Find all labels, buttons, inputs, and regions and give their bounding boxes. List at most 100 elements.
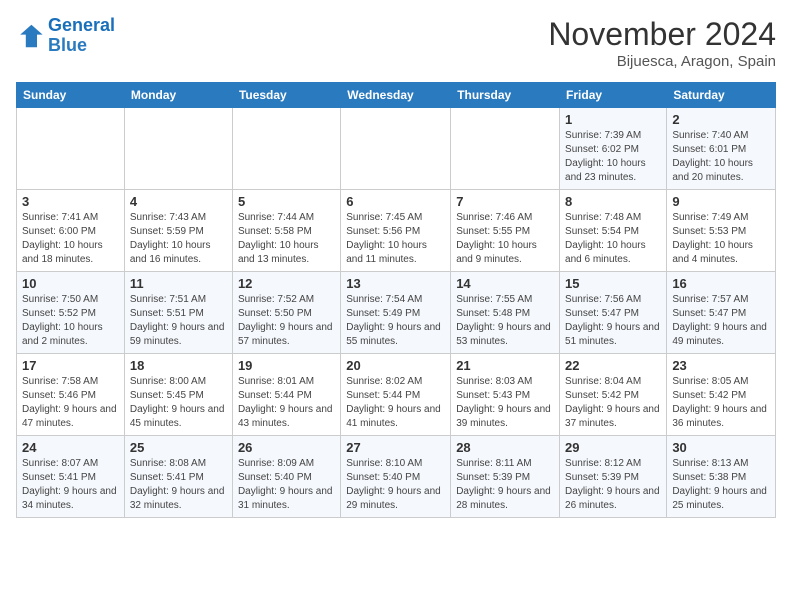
day-number: 26 bbox=[238, 440, 335, 455]
week-row-2: 3 Sunrise: 7:41 AM Sunset: 6:00 PM Daylig… bbox=[17, 190, 776, 272]
calendar-cell: 26 Sunrise: 8:09 AM Sunset: 5:40 PM Dayli… bbox=[232, 436, 340, 518]
day-info: Sunrise: 7:52 AM Sunset: 5:50 PM Dayligh… bbox=[238, 293, 335, 349]
calendar-cell: 16 Sunrise: 7:57 AM Sunset: 5:47 PM Dayli… bbox=[667, 272, 776, 354]
calendar-cell bbox=[17, 108, 125, 190]
calendar-cell: 6 Sunrise: 7:45 AM Sunset: 5:56 PM Daylig… bbox=[341, 190, 451, 272]
day-info: Sunrise: 7:57 AM Sunset: 5:47 PM Dayligh… bbox=[672, 293, 770, 349]
day-number: 16 bbox=[672, 276, 770, 291]
day-info: Sunrise: 8:02 AM Sunset: 5:44 PM Dayligh… bbox=[346, 375, 445, 431]
calendar-cell: 15 Sunrise: 7:56 AM Sunset: 5:47 PM Dayli… bbox=[560, 272, 667, 354]
day-info: Sunrise: 7:48 AM Sunset: 5:54 PM Dayligh… bbox=[565, 211, 661, 267]
day-info: Sunrise: 8:05 AM Sunset: 5:42 PM Dayligh… bbox=[672, 375, 770, 431]
day-number: 23 bbox=[672, 358, 770, 373]
day-info: Sunrise: 8:10 AM Sunset: 5:40 PM Dayligh… bbox=[346, 457, 445, 513]
logo-line1: General bbox=[48, 15, 115, 35]
calendar-cell: 29 Sunrise: 8:12 AM Sunset: 5:39 PM Dayli… bbox=[560, 436, 667, 518]
calendar-cell: 23 Sunrise: 8:05 AM Sunset: 5:42 PM Dayli… bbox=[667, 354, 776, 436]
calendar-table: SundayMondayTuesdayWednesdayThursdayFrid… bbox=[16, 82, 776, 518]
day-info: Sunrise: 7:44 AM Sunset: 5:58 PM Dayligh… bbox=[238, 211, 335, 267]
day-number: 2 bbox=[672, 112, 770, 127]
header-tuesday: Tuesday bbox=[232, 83, 340, 108]
calendar-cell: 18Sunrise: 8:00 AM Sunset: 5:45 PM Dayli… bbox=[124, 354, 232, 436]
week-row-5: 24 Sunrise: 8:07 AM Sunset: 5:41 PM Dayli… bbox=[17, 436, 776, 518]
calendar-cell: 12Sunrise: 7:52 AM Sunset: 5:50 PM Dayli… bbox=[232, 272, 340, 354]
day-number: 15 bbox=[565, 276, 661, 291]
calendar-cell bbox=[232, 108, 340, 190]
day-info: Sunrise: 8:01 AM Sunset: 5:44 PM Dayligh… bbox=[238, 375, 335, 431]
calendar-cell: 25Sunrise: 8:08 AM Sunset: 5:41 PM Dayli… bbox=[124, 436, 232, 518]
day-number: 17 bbox=[22, 358, 119, 373]
calendar-cell: 11Sunrise: 7:51 AM Sunset: 5:51 PM Dayli… bbox=[124, 272, 232, 354]
day-number: 6 bbox=[346, 194, 445, 209]
day-number: 5 bbox=[238, 194, 335, 209]
day-info: Sunrise: 8:09 AM Sunset: 5:40 PM Dayligh… bbox=[238, 457, 335, 513]
calendar-cell: 9Sunrise: 7:49 AM Sunset: 5:53 PM Daylig… bbox=[667, 190, 776, 272]
calendar-cell: 24 Sunrise: 8:07 AM Sunset: 5:41 PM Dayli… bbox=[17, 436, 125, 518]
day-number: 14 bbox=[456, 276, 554, 291]
day-number: 1 bbox=[565, 112, 661, 127]
header-wednesday: Wednesday bbox=[341, 83, 451, 108]
week-row-1: 1 Sunrise: 7:39 AM Sunset: 6:02 PM Daylig… bbox=[17, 108, 776, 190]
location: Bijuesca, Aragon, Spain bbox=[548, 53, 776, 70]
day-info: Sunrise: 7:51 AM Sunset: 5:51 PM Dayligh… bbox=[130, 293, 227, 349]
day-info: Sunrise: 7:43 AM Sunset: 5:59 PM Dayligh… bbox=[130, 211, 227, 267]
day-info: Sunrise: 7:49 AM Sunset: 5:53 PM Dayligh… bbox=[672, 211, 770, 267]
day-info: Sunrise: 8:00 AM Sunset: 5:45 PM Dayligh… bbox=[130, 375, 227, 431]
header-friday: Friday bbox=[560, 83, 667, 108]
calendar-cell: 1 Sunrise: 7:39 AM Sunset: 6:02 PM Daylig… bbox=[560, 108, 667, 190]
day-info: Sunrise: 7:40 AM Sunset: 6:01 PM Dayligh… bbox=[672, 129, 770, 185]
calendar-cell: 19 Sunrise: 8:01 AM Sunset: 5:44 PM Dayli… bbox=[232, 354, 340, 436]
header-saturday: Saturday bbox=[667, 83, 776, 108]
day-info: Sunrise: 8:11 AM Sunset: 5:39 PM Dayligh… bbox=[456, 457, 554, 513]
day-number: 24 bbox=[22, 440, 119, 455]
calendar-cell: 13 Sunrise: 7:54 AM Sunset: 5:49 PM Dayli… bbox=[341, 272, 451, 354]
calendar-cell: 3 Sunrise: 7:41 AM Sunset: 6:00 PM Daylig… bbox=[17, 190, 125, 272]
logo: General Blue bbox=[16, 16, 115, 56]
day-number: 4 bbox=[130, 194, 227, 209]
header-monday: Monday bbox=[124, 83, 232, 108]
day-number: 3 bbox=[22, 194, 119, 209]
day-number: 19 bbox=[238, 358, 335, 373]
calendar-cell: 28 Sunrise: 8:11 AM Sunset: 5:39 PM Dayli… bbox=[451, 436, 560, 518]
month-title: November 2024 bbox=[548, 16, 776, 53]
day-info: Sunrise: 7:41 AM Sunset: 6:00 PM Dayligh… bbox=[22, 211, 119, 267]
calendar-cell: 10 Sunrise: 7:50 AM Sunset: 5:52 PM Dayli… bbox=[17, 272, 125, 354]
calendar-cell: 7Sunrise: 7:46 AM Sunset: 5:55 PM Daylig… bbox=[451, 190, 560, 272]
day-info: Sunrise: 7:56 AM Sunset: 5:47 PM Dayligh… bbox=[565, 293, 661, 349]
logo-text: General Blue bbox=[48, 16, 115, 56]
calendar-cell: 8 Sunrise: 7:48 AM Sunset: 5:54 PM Daylig… bbox=[560, 190, 667, 272]
day-number: 21 bbox=[456, 358, 554, 373]
day-info: Sunrise: 8:13 AM Sunset: 5:38 PM Dayligh… bbox=[672, 457, 770, 513]
day-info: Sunrise: 7:46 AM Sunset: 5:55 PM Dayligh… bbox=[456, 211, 554, 267]
day-info: Sunrise: 7:54 AM Sunset: 5:49 PM Dayligh… bbox=[346, 293, 445, 349]
title-block: November 2024 Bijuesca, Aragon, Spain bbox=[548, 16, 776, 70]
day-number: 10 bbox=[22, 276, 119, 291]
page-header: General Blue November 2024 Bijuesca, Ara… bbox=[16, 16, 776, 70]
logo-icon bbox=[16, 22, 44, 50]
calendar-cell: 4 Sunrise: 7:43 AM Sunset: 5:59 PM Daylig… bbox=[124, 190, 232, 272]
day-number: 29 bbox=[565, 440, 661, 455]
calendar-header-row: SundayMondayTuesdayWednesdayThursdayFrid… bbox=[17, 83, 776, 108]
week-row-3: 10 Sunrise: 7:50 AM Sunset: 5:52 PM Dayli… bbox=[17, 272, 776, 354]
day-number: 8 bbox=[565, 194, 661, 209]
calendar-cell: 2 Sunrise: 7:40 AM Sunset: 6:01 PM Daylig… bbox=[667, 108, 776, 190]
day-info: Sunrise: 8:12 AM Sunset: 5:39 PM Dayligh… bbox=[565, 457, 661, 513]
day-number: 25 bbox=[130, 440, 227, 455]
day-number: 13 bbox=[346, 276, 445, 291]
day-info: Sunrise: 8:07 AM Sunset: 5:41 PM Dayligh… bbox=[22, 457, 119, 513]
day-number: 28 bbox=[456, 440, 554, 455]
calendar-cell bbox=[124, 108, 232, 190]
calendar-cell: 27 Sunrise: 8:10 AM Sunset: 5:40 PM Dayli… bbox=[341, 436, 451, 518]
header-sunday: Sunday bbox=[17, 83, 125, 108]
calendar-cell bbox=[341, 108, 451, 190]
calendar-cell: 14Sunrise: 7:55 AM Sunset: 5:48 PM Dayli… bbox=[451, 272, 560, 354]
day-number: 27 bbox=[346, 440, 445, 455]
calendar-cell: 21Sunrise: 8:03 AM Sunset: 5:43 PM Dayli… bbox=[451, 354, 560, 436]
calendar-cell: 30Sunrise: 8:13 AM Sunset: 5:38 PM Dayli… bbox=[667, 436, 776, 518]
calendar-cell: 5 Sunrise: 7:44 AM Sunset: 5:58 PM Daylig… bbox=[232, 190, 340, 272]
day-info: Sunrise: 7:50 AM Sunset: 5:52 PM Dayligh… bbox=[22, 293, 119, 349]
header-thursday: Thursday bbox=[451, 83, 560, 108]
day-number: 20 bbox=[346, 358, 445, 373]
day-info: Sunrise: 7:45 AM Sunset: 5:56 PM Dayligh… bbox=[346, 211, 445, 267]
day-info: Sunrise: 7:39 AM Sunset: 6:02 PM Dayligh… bbox=[565, 129, 661, 185]
